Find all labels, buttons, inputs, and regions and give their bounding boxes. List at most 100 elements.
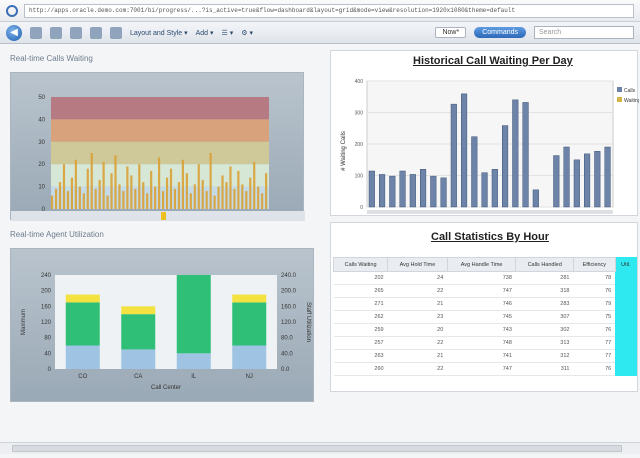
hist-bar [532,189,539,208]
table-cell: 24 [387,271,448,285]
hist-bar [471,136,478,208]
stats-panel: Call Statistics By Hour Calls Waiting Av… [330,222,638,392]
hist-bar [409,174,416,208]
bar-segment-blue [232,345,267,369]
commands-button[interactable]: Commands [474,27,526,38]
hist-bar [604,146,611,208]
table-cell-util [615,284,637,298]
table-cell: 302 [515,323,574,337]
band-0 [51,97,269,120]
spike-bar [130,175,133,209]
page-icon[interactable] [30,26,42,39]
search-input[interactable]: Search [534,26,634,39]
spike-bar [173,188,177,209]
y-tick-label: 20 [38,162,45,168]
table-cell: 263 [333,349,388,363]
y-tick-label: 40 [38,117,45,123]
spike-bar [253,161,256,209]
table-cell: 22 [387,284,448,298]
bar-segment-green [121,314,156,350]
ie-icon [6,4,18,17]
now-button[interactable]: Now* [435,27,467,38]
table-row[interactable]: 202 24 738 281 78 [333,271,637,285]
table-row[interactable]: 259 20 743 302 76 [333,323,637,337]
table-cell: 21 [387,297,448,311]
table-cell: 311 [515,362,574,376]
table-cell: 21 [387,349,448,363]
spike-bar [229,166,232,209]
table-cell: 79 [573,297,616,311]
table-cell-util [615,310,637,324]
chart-slider [11,211,305,221]
col-header[interactable]: Avg Handle Time [446,257,517,272]
back-icon[interactable]: ◀ [6,24,22,41]
add-menu[interactable]: Add ▾ [196,29,214,37]
gear-menu[interactable]: ⚙ ▾ [241,29,253,37]
spike-bar [51,195,54,209]
table-row[interactable]: 262 23 745 307 75 [333,310,637,324]
url-input[interactable]: http://apps.oracle.demo.com:7001/bi/prog… [24,3,634,18]
spike-bar [177,182,181,209]
hist-bar [450,103,457,208]
y-tick-label-right: 240.0 [281,273,297,279]
spike-bar [126,166,129,209]
table-row[interactable]: 260 22 747 311 76 [333,362,637,376]
col-header[interactable]: Calls Waiting [332,257,389,272]
table-cell: 22 [387,362,448,376]
spike-bar [98,179,101,209]
band-1 [51,119,269,142]
x-tick-label: CA [134,374,142,380]
spike-bar [245,191,248,209]
spike-bar [66,191,70,209]
print-icon[interactable] [50,26,62,39]
hist-bar [420,169,427,208]
x-tick-label: NJ [246,374,253,380]
bar-segment-yellow [121,306,156,315]
y-tick-label: 50 [38,95,45,101]
y-tick-label-left: 0 [48,367,52,373]
y-tick-label-left: 40 [44,351,51,357]
spike-bar [138,164,141,209]
table-cell: 743 [447,323,516,337]
y-tick-label-left: 240 [41,273,52,279]
table-row[interactable]: 257 22 748 313 77 [333,336,637,350]
bar-segment-yellow [232,294,267,303]
legend-swatch [617,97,622,102]
list-menu[interactable]: ☰ ▾ [222,29,234,37]
historical-panel: Historical Call Waiting Per Day 400 300 20… [330,50,639,216]
hist-bar [502,125,509,208]
agent-util-title: Real-time Agent Utilization [10,230,104,239]
table-row[interactable]: 271 21 746 283 79 [333,297,637,311]
spike-bar [241,184,244,209]
spike-bar [217,186,220,209]
layout-menu[interactable]: Layout and Style ▾ [130,29,188,37]
scrollbar-thumb[interactable] [12,445,622,452]
legend-swatch [617,87,622,92]
col-header[interactable]: Efficiency [572,257,616,272]
col-header-util[interactable]: Util. [614,257,638,272]
bar-segment-green [65,302,100,346]
table-row[interactable]: 265 22 747 318 76 [333,284,637,298]
y-tick-label-right: 200.0 [281,289,297,295]
spike-bar [94,188,97,209]
camera-icon[interactable] [90,26,102,39]
hist-bar [440,177,447,208]
col-header[interactable]: Calls Handled [515,257,574,272]
hist-bar [563,146,570,208]
horizontal-scrollbar[interactable] [0,442,640,454]
hist-bar [379,174,386,208]
y-tick-label-left: 80 [44,336,51,342]
spike-bar [122,191,125,209]
hist-scrollbar [367,210,613,214]
legend-label: Calls [624,88,636,94]
settings-icon[interactable] [110,26,122,39]
y-tick-label: 0 [360,205,363,211]
table-row[interactable]: 263 21 741 312 77 [333,349,637,363]
spike-bar [265,173,268,209]
table-cell: 78 [573,271,616,285]
col-header[interactable]: Avg Hold Time [387,257,448,272]
table-cell: 77 [573,336,616,350]
y-axis-label: # Waiting Calls [341,131,347,171]
save-icon[interactable] [70,26,82,39]
spike-bar [193,184,196,209]
